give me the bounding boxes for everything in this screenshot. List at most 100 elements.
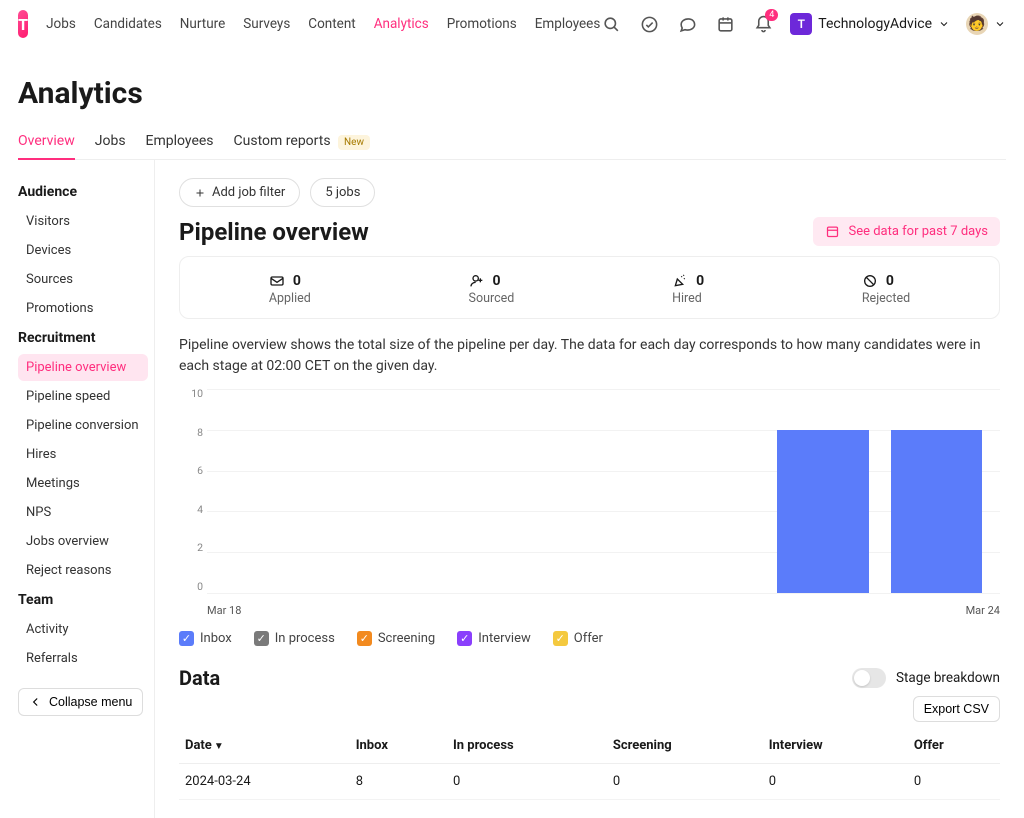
stat-label: Applied xyxy=(269,291,311,306)
org-name: TechnologyAdvice xyxy=(818,16,932,32)
nav-promotions[interactable]: Promotions xyxy=(447,16,517,32)
data-title: Data xyxy=(179,666,220,690)
sidebar-item-meetings[interactable]: Meetings xyxy=(18,470,148,497)
nav-surveys[interactable]: Surveys xyxy=(243,16,290,32)
legend-screening[interactable]: ✓Screening xyxy=(357,631,435,646)
col-inbox[interactable]: Inbox xyxy=(350,728,447,764)
stat-value: 0 xyxy=(696,273,704,289)
y-tick: 6 xyxy=(179,464,203,477)
tasks-icon[interactable] xyxy=(638,13,660,35)
chart-bar xyxy=(891,430,982,593)
stat-label: Hired xyxy=(672,291,704,306)
nav-jobs[interactable]: Jobs xyxy=(46,16,76,32)
sidebar-item-sources[interactable]: Sources xyxy=(18,266,148,293)
date-range-picker[interactable]: See data for past 7 days xyxy=(813,217,1000,246)
collapse-sidebar-button[interactable]: Collapse menu xyxy=(18,688,143,716)
legend-interview[interactable]: ✓Interview xyxy=(457,631,531,646)
col-in-process[interactable]: In process xyxy=(447,728,607,764)
collapse-label: Collapse menu xyxy=(49,695,132,709)
col-interview[interactable]: Interview xyxy=(763,728,908,764)
celebrate-icon xyxy=(672,273,688,289)
sidebar-item-nps[interactable]: NPS xyxy=(18,499,148,526)
chart-legend: ✓Inbox ✓In process ✓Screening ✓Interview… xyxy=(179,631,1000,646)
sidebar-item-pipeline-overview[interactable]: Pipeline overview xyxy=(18,354,148,381)
search-icon[interactable] xyxy=(600,13,622,35)
sidebar-item-jobs-overview[interactable]: Jobs overview xyxy=(18,528,148,555)
tab-employees[interactable]: Employees xyxy=(146,125,214,159)
sidebar-item-activity[interactable]: Activity xyxy=(18,616,148,643)
stage-breakdown-toggle[interactable] xyxy=(852,668,886,688)
sidebar-item-visitors[interactable]: Visitors xyxy=(18,208,148,235)
cell-offer: 0 xyxy=(908,764,1000,800)
calendar-icon xyxy=(825,224,840,239)
col-screening[interactable]: Screening xyxy=(607,728,763,764)
primary-nav: Jobs Candidates Nurture Surveys Content … xyxy=(46,16,600,32)
tab-jobs[interactable]: Jobs xyxy=(95,125,126,159)
legend-label: Inbox xyxy=(200,631,232,646)
stat-applied: 0 Applied xyxy=(269,273,311,306)
y-tick: 0 xyxy=(179,580,203,593)
pipeline-chart: 10 8 6 4 2 0 Mar 18 Mar 24 xyxy=(179,387,1000,617)
sidebar-item-devices[interactable]: Devices xyxy=(18,237,148,264)
person-plus-icon xyxy=(469,273,485,289)
stat-label: Sourced xyxy=(469,291,515,306)
sidebar-item-pipeline-speed[interactable]: Pipeline speed xyxy=(18,383,148,410)
page-header: Analytics Overview Jobs Employees Custom… xyxy=(0,48,1024,160)
notifications-icon[interactable]: 4 xyxy=(752,13,774,35)
date-range-label: See data for past 7 days xyxy=(848,224,988,239)
chart-x-axis: Mar 18 Mar 24 xyxy=(207,598,1000,617)
stage-breakdown-toggle-wrap: Stage breakdown xyxy=(852,668,1000,688)
ban-icon xyxy=(862,273,878,289)
collapse-icon xyxy=(29,695,43,709)
col-offer[interactable]: Offer xyxy=(908,728,1000,764)
add-job-filter-button[interactable]: Add job filter xyxy=(179,178,300,207)
section-description: Pipeline overview shows the total size o… xyxy=(179,335,1000,377)
cell-interview: 0 xyxy=(763,764,908,800)
toggle-label: Stage breakdown xyxy=(896,670,1000,686)
chart-bar xyxy=(777,430,868,593)
nav-nurture[interactable]: Nurture xyxy=(180,16,225,32)
tab-overview[interactable]: Overview xyxy=(18,125,75,159)
stat-label: Rejected xyxy=(862,291,910,306)
sidebar-item-reject-reasons[interactable]: Reject reasons xyxy=(18,557,148,584)
sidebar-group-audience: Audience xyxy=(18,184,148,200)
x-tick: Mar 24 xyxy=(966,604,1000,617)
export-csv-button[interactable]: Export CSV xyxy=(913,696,1000,722)
legend-in-process[interactable]: ✓In process xyxy=(254,631,335,646)
section-header: Pipeline overview See data for past 7 da… xyxy=(179,217,1000,246)
new-badge: New xyxy=(338,135,370,150)
user-menu[interactable]: 🧑 xyxy=(966,13,1006,35)
stat-value: 0 xyxy=(493,273,501,289)
cell-screening: 0 xyxy=(607,764,763,800)
chevron-down-icon xyxy=(938,18,950,30)
legend-label: In process xyxy=(275,631,335,646)
nav-candidates[interactable]: Candidates xyxy=(94,16,162,32)
tab-custom-reports[interactable]: Custom reports New xyxy=(234,125,370,159)
sort-desc-icon: ▼ xyxy=(214,741,224,752)
legend-label: Offer xyxy=(574,631,603,646)
messages-icon[interactable] xyxy=(676,13,698,35)
y-tick: 2 xyxy=(179,541,203,554)
nav-analytics[interactable]: Analytics xyxy=(374,16,429,32)
sidebar-item-referrals[interactable]: Referrals xyxy=(18,645,148,672)
section-title: Pipeline overview xyxy=(179,218,369,246)
data-section-header: Data Stage breakdown xyxy=(179,666,1000,690)
legend-inbox[interactable]: ✓Inbox xyxy=(179,631,232,646)
sidebar-item-hires[interactable]: Hires xyxy=(18,441,148,468)
app-logo[interactable]: T xyxy=(18,10,28,38)
col-date[interactable]: Date▼ xyxy=(179,728,350,764)
envelope-icon xyxy=(269,273,285,289)
nav-employees[interactable]: Employees xyxy=(535,16,601,32)
job-count-pill[interactable]: 5 jobs xyxy=(310,178,375,207)
tab-custom-reports-label: Custom reports xyxy=(234,133,331,149)
sidebar-item-pipeline-conversion[interactable]: Pipeline conversion xyxy=(18,412,148,439)
legend-offer[interactable]: ✓Offer xyxy=(553,631,603,646)
nav-content[interactable]: Content xyxy=(308,16,355,32)
header-actions: 4 T TechnologyAdvice 🧑 xyxy=(600,13,1006,35)
stat-rejected: 0 Rejected xyxy=(862,273,910,306)
sidebar-item-promotions[interactable]: Promotions xyxy=(18,295,148,322)
calendar-icon[interactable] xyxy=(714,13,736,35)
plus-icon xyxy=(194,187,206,199)
org-switcher[interactable]: T TechnologyAdvice xyxy=(790,13,950,35)
notification-badge: 4 xyxy=(765,9,778,21)
